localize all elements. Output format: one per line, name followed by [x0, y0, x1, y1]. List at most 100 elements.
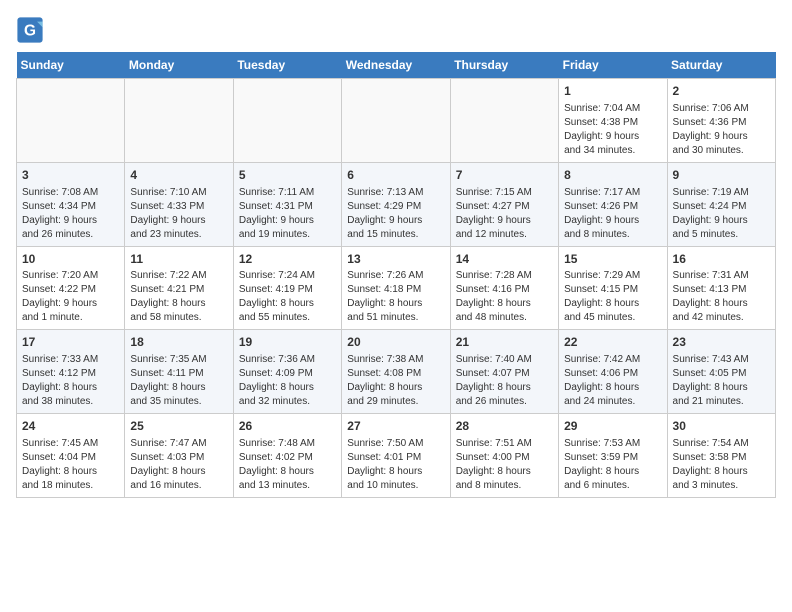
cell-content-line: Sunset: 4:22 PM — [22, 283, 119, 297]
cell-content-line: Sunset: 4:08 PM — [347, 367, 444, 381]
calendar-cell: 25Sunrise: 7:47 AMSunset: 4:03 PMDayligh… — [125, 414, 233, 498]
cell-content-line: Sunrise: 7:10 AM — [130, 186, 227, 200]
cell-content-line: and 1 minute. — [22, 311, 119, 325]
calendar-cell: 5Sunrise: 7:11 AMSunset: 4:31 PMDaylight… — [233, 162, 341, 246]
cell-content-line: and 30 minutes. — [673, 144, 770, 158]
day-number: 29 — [564, 418, 661, 435]
cell-content-line: Sunrise: 7:38 AM — [347, 353, 444, 367]
calendar-cell: 4Sunrise: 7:10 AMSunset: 4:33 PMDaylight… — [125, 162, 233, 246]
cell-content-line: Daylight: 8 hours — [347, 381, 444, 395]
day-number: 20 — [347, 334, 444, 351]
cell-content-line: and 48 minutes. — [456, 311, 553, 325]
calendar-cell: 15Sunrise: 7:29 AMSunset: 4:15 PMDayligh… — [559, 246, 667, 330]
cell-content-line: and 21 minutes. — [673, 395, 770, 409]
cell-content-line: Daylight: 9 hours — [564, 130, 661, 144]
cell-content-line: and 42 minutes. — [673, 311, 770, 325]
cell-content-line: and 29 minutes. — [347, 395, 444, 409]
calendar-table: SundayMondayTuesdayWednesdayThursdayFrid… — [16, 52, 776, 498]
day-number: 22 — [564, 334, 661, 351]
week-row: 24Sunrise: 7:45 AMSunset: 4:04 PMDayligh… — [17, 414, 776, 498]
cell-content-line: Sunrise: 7:26 AM — [347, 269, 444, 283]
cell-content-line: Daylight: 8 hours — [239, 297, 336, 311]
cell-content-line: Sunset: 4:15 PM — [564, 283, 661, 297]
cell-content-line: Sunrise: 7:06 AM — [673, 102, 770, 116]
cell-content-line: Sunset: 4:12 PM — [22, 367, 119, 381]
cell-content-line: Sunrise: 7:17 AM — [564, 186, 661, 200]
cell-content-line: Sunset: 4:02 PM — [239, 451, 336, 465]
day-number: 24 — [22, 418, 119, 435]
day-number: 26 — [239, 418, 336, 435]
cell-content-line: Daylight: 9 hours — [22, 214, 119, 228]
logo: G — [16, 16, 48, 44]
calendar-cell: 18Sunrise: 7:35 AMSunset: 4:11 PMDayligh… — [125, 330, 233, 414]
cell-content-line: Daylight: 8 hours — [673, 381, 770, 395]
weekday-header: Sunday — [17, 52, 125, 79]
calendar-cell — [450, 79, 558, 163]
cell-content-line: and 26 minutes. — [456, 395, 553, 409]
cell-content-line: and 3 minutes. — [673, 479, 770, 493]
day-number: 12 — [239, 251, 336, 268]
day-number: 4 — [130, 167, 227, 184]
cell-content-line: and 26 minutes. — [22, 228, 119, 242]
cell-content-line: Sunrise: 7:33 AM — [22, 353, 119, 367]
cell-content-line: Daylight: 9 hours — [673, 214, 770, 228]
cell-content-line: Sunrise: 7:53 AM — [564, 437, 661, 451]
day-number: 15 — [564, 251, 661, 268]
day-number: 21 — [456, 334, 553, 351]
calendar-cell: 6Sunrise: 7:13 AMSunset: 4:29 PMDaylight… — [342, 162, 450, 246]
cell-content-line: Sunset: 4:24 PM — [673, 200, 770, 214]
day-number: 5 — [239, 167, 336, 184]
cell-content-line: Daylight: 8 hours — [347, 465, 444, 479]
day-number: 14 — [456, 251, 553, 268]
cell-content-line: Sunrise: 7:48 AM — [239, 437, 336, 451]
day-number: 19 — [239, 334, 336, 351]
cell-content-line: and 12 minutes. — [456, 228, 553, 242]
day-number: 3 — [22, 167, 119, 184]
day-number: 25 — [130, 418, 227, 435]
calendar-cell: 17Sunrise: 7:33 AMSunset: 4:12 PMDayligh… — [17, 330, 125, 414]
cell-content-line: Sunrise: 7:19 AM — [673, 186, 770, 200]
cell-content-line: Sunrise: 7:50 AM — [347, 437, 444, 451]
cell-content-line: and 18 minutes. — [22, 479, 119, 493]
calendar-cell: 13Sunrise: 7:26 AMSunset: 4:18 PMDayligh… — [342, 246, 450, 330]
day-number: 2 — [673, 83, 770, 100]
day-number: 16 — [673, 251, 770, 268]
cell-content-line: Sunset: 3:59 PM — [564, 451, 661, 465]
cell-content-line: Daylight: 8 hours — [456, 465, 553, 479]
calendar-cell: 30Sunrise: 7:54 AMSunset: 3:58 PMDayligh… — [667, 414, 775, 498]
cell-content-line: Sunset: 4:03 PM — [130, 451, 227, 465]
day-number: 7 — [456, 167, 553, 184]
calendar-header-row: SundayMondayTuesdayWednesdayThursdayFrid… — [17, 52, 776, 79]
cell-content-line: and 34 minutes. — [564, 144, 661, 158]
cell-content-line: Sunset: 3:58 PM — [673, 451, 770, 465]
cell-content-line: Sunset: 4:06 PM — [564, 367, 661, 381]
cell-content-line: Sunrise: 7:20 AM — [22, 269, 119, 283]
calendar-cell — [17, 79, 125, 163]
cell-content-line: Sunset: 4:09 PM — [239, 367, 336, 381]
calendar-cell: 1Sunrise: 7:04 AMSunset: 4:38 PMDaylight… — [559, 79, 667, 163]
cell-content-line: Daylight: 9 hours — [456, 214, 553, 228]
page-header: G — [16, 16, 776, 44]
cell-content-line: Sunrise: 7:11 AM — [239, 186, 336, 200]
calendar-cell: 23Sunrise: 7:43 AMSunset: 4:05 PMDayligh… — [667, 330, 775, 414]
cell-content-line: and 19 minutes. — [239, 228, 336, 242]
cell-content-line: Sunrise: 7:43 AM — [673, 353, 770, 367]
day-number: 18 — [130, 334, 227, 351]
cell-content-line: Daylight: 8 hours — [130, 381, 227, 395]
cell-content-line: Sunset: 4:04 PM — [22, 451, 119, 465]
day-number: 30 — [673, 418, 770, 435]
cell-content-line: Sunset: 4:07 PM — [456, 367, 553, 381]
day-number: 13 — [347, 251, 444, 268]
cell-content-line: Sunset: 4:33 PM — [130, 200, 227, 214]
cell-content-line: Sunset: 4:13 PM — [673, 283, 770, 297]
calendar-cell: 22Sunrise: 7:42 AMSunset: 4:06 PMDayligh… — [559, 330, 667, 414]
cell-content-line: Daylight: 9 hours — [347, 214, 444, 228]
calendar-cell: 19Sunrise: 7:36 AMSunset: 4:09 PMDayligh… — [233, 330, 341, 414]
weekday-header: Wednesday — [342, 52, 450, 79]
cell-content-line: and 38 minutes. — [22, 395, 119, 409]
calendar-cell: 8Sunrise: 7:17 AMSunset: 4:26 PMDaylight… — [559, 162, 667, 246]
calendar-cell: 9Sunrise: 7:19 AMSunset: 4:24 PMDaylight… — [667, 162, 775, 246]
day-number: 17 — [22, 334, 119, 351]
cell-content-line: Daylight: 9 hours — [673, 130, 770, 144]
day-number: 28 — [456, 418, 553, 435]
